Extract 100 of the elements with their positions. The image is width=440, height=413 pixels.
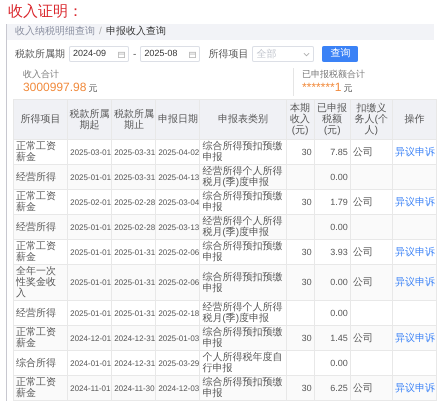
- table-cell: 0.00: [330, 222, 348, 232]
- breadcrumb-separator: /: [99, 26, 102, 38]
- table-cell: 2025-02-18: [158, 308, 200, 318]
- table-cell: 2025-02-28: [114, 222, 156, 232]
- table-cell: 30: [302, 196, 312, 206]
- table-cell: 1.79: [330, 196, 348, 206]
- column-header: 申报表类别: [218, 114, 268, 125]
- unit-label: 元: [343, 82, 352, 95]
- table-cell: 经营所得: [16, 308, 56, 318]
- column-header: 已申报税额(元): [317, 103, 348, 136]
- table-cell: 2025-02-01: [70, 198, 112, 206]
- table-cell: 公司: [352, 196, 373, 208]
- column-header: 扣缴义务人(个人): [354, 103, 388, 136]
- table-cell: 30: [302, 246, 312, 256]
- column-header: 税款所属期止: [114, 108, 154, 130]
- table-cell: 正常工资薪金: [16, 327, 56, 349]
- table-cell: 2025-01-31: [114, 248, 156, 256]
- table-cell: 0.00: [330, 308, 348, 318]
- table-cell: 2025-02-06: [158, 248, 200, 256]
- column-header: 操作: [404, 114, 424, 125]
- table-cell: 2025-01-01: [70, 278, 112, 287]
- total-value: 3000997.98: [23, 80, 86, 94]
- table-cell: 3.93: [330, 246, 348, 256]
- table-cell: 2024-11-01: [70, 384, 110, 392]
- unit-label: 元: [88, 82, 98, 95]
- table-cell: 2024-11-30: [114, 384, 155, 392]
- table-cell: 个人所得税年度自行申报: [202, 352, 282, 374]
- date-field[interactable]: 2025-08: [140, 46, 200, 62]
- total-value: *******1: [302, 80, 342, 94]
- table-cell: 2025-01-31: [114, 308, 156, 318]
- table-cell: 2025-01-01: [70, 172, 112, 182]
- table-cell: 0.00: [330, 358, 348, 368]
- table-cell: 1.45: [330, 332, 348, 342]
- table-cell: 综合所得预扣预缴申报: [202, 141, 282, 163]
- table-cell: 经营所得个人所得税月(季)度申报: [202, 302, 282, 324]
- table-cell: 2024-12-31: [114, 334, 156, 342]
- table-cell: 30: [302, 382, 312, 392]
- table-cell: 0.00: [330, 277, 348, 287]
- table-cell: 全年一次性奖金收入: [16, 266, 56, 299]
- caret-icon: [303, 52, 310, 56]
- column-header: 本期收入(元): [290, 103, 310, 136]
- table-cell: 30: [302, 146, 312, 156]
- table-cell: 30: [302, 332, 312, 342]
- table-cell: 综合所得预扣预缴申报: [202, 327, 282, 349]
- column-header: 税款所属期起: [70, 108, 110, 130]
- table-cell: 经营所得个人所得税月(季)度申报: [202, 216, 282, 238]
- table-cell: 公司: [352, 382, 373, 394]
- table-cell: 2025-01-01: [70, 308, 112, 318]
- table-cell: 公司: [352, 277, 373, 288]
- table-cell: 2024-01-01: [70, 358, 112, 368]
- table-cell: 正常工资薪金: [16, 141, 56, 163]
- table-cell: 经营所得: [16, 172, 56, 182]
- table-cell: 2025-04-13: [158, 172, 200, 182]
- table-cell: 2024-12-01: [70, 334, 112, 342]
- calendar-icon: [118, 50, 125, 58]
- table-cell: 经营所得个人所得税月(季)度申报: [202, 166, 282, 188]
- table-cell: 2025-03-31: [114, 172, 156, 182]
- page-heading: 收入证明：: [7, 2, 84, 22]
- filter-label: 所得项目: [208, 48, 248, 62]
- table-cell: 经营所得: [16, 222, 56, 232]
- table-cell: 正常工资薪金: [16, 191, 56, 213]
- table-cell: 2025-02-28: [114, 198, 156, 206]
- table-cell: 2024-12-31: [114, 358, 156, 368]
- table-cell: 综合所得预扣预缴申报: [202, 272, 282, 294]
- table-cell: 2024-12-03: [158, 384, 200, 392]
- table-cell: 0.00: [330, 172, 348, 182]
- table-cell: 正常工资薪金: [16, 241, 56, 263]
- table-cell: 2025-01-01: [70, 222, 112, 232]
- breadcrumb-link[interactable]: 申报收入查询: [106, 26, 166, 38]
- range-separator: -: [133, 48, 136, 62]
- table-cell: 2025-03-29: [158, 358, 200, 368]
- table-cell: 2025-03-04: [158, 198, 200, 206]
- table-cell: 综合所得: [16, 358, 56, 368]
- table-cell: 公司: [352, 146, 373, 158]
- table-cell: 2025-03-13: [158, 222, 200, 232]
- search-button[interactable]: 查询: [322, 46, 358, 62]
- date-field[interactable]: 2024-09: [69, 46, 129, 62]
- total-label: 已申报税额合计: [302, 68, 365, 80]
- table-cell: 公司: [352, 246, 373, 258]
- table-cell: 6.25: [330, 382, 348, 392]
- table-cell: 30: [302, 277, 312, 287]
- table-cell: 2025-03-31: [114, 148, 156, 156]
- table-cell: 正常工资薪金: [16, 377, 56, 399]
- column-header: 申报日期: [158, 114, 198, 125]
- table-cell: 公司: [352, 332, 373, 344]
- column-header: 所得项目: [20, 114, 61, 125]
- total-label: 收入合计: [23, 68, 60, 80]
- table-cell: 2025-01-03: [158, 334, 200, 342]
- filter-label: 税款所属期: [15, 48, 65, 62]
- table-cell: 2025-03-01: [70, 148, 112, 156]
- table-cell: 综合所得预扣预缴申报: [202, 191, 282, 213]
- table-cell: 综合所得预扣预缴申报: [202, 377, 282, 399]
- breadcrumb-link[interactable]: 收入纳税明细查询: [15, 26, 95, 38]
- calendar-icon: [189, 50, 196, 58]
- table-cell: 7.85: [330, 146, 348, 156]
- table-cell: 2025-02-06: [158, 278, 200, 287]
- table-cell: 2025-01-31: [114, 278, 156, 287]
- table-cell: 2025-04-02: [158, 148, 200, 156]
- table-cell: 2025-01-01: [70, 248, 112, 256]
- table-cell: 综合所得预扣预缴申报: [202, 241, 282, 263]
